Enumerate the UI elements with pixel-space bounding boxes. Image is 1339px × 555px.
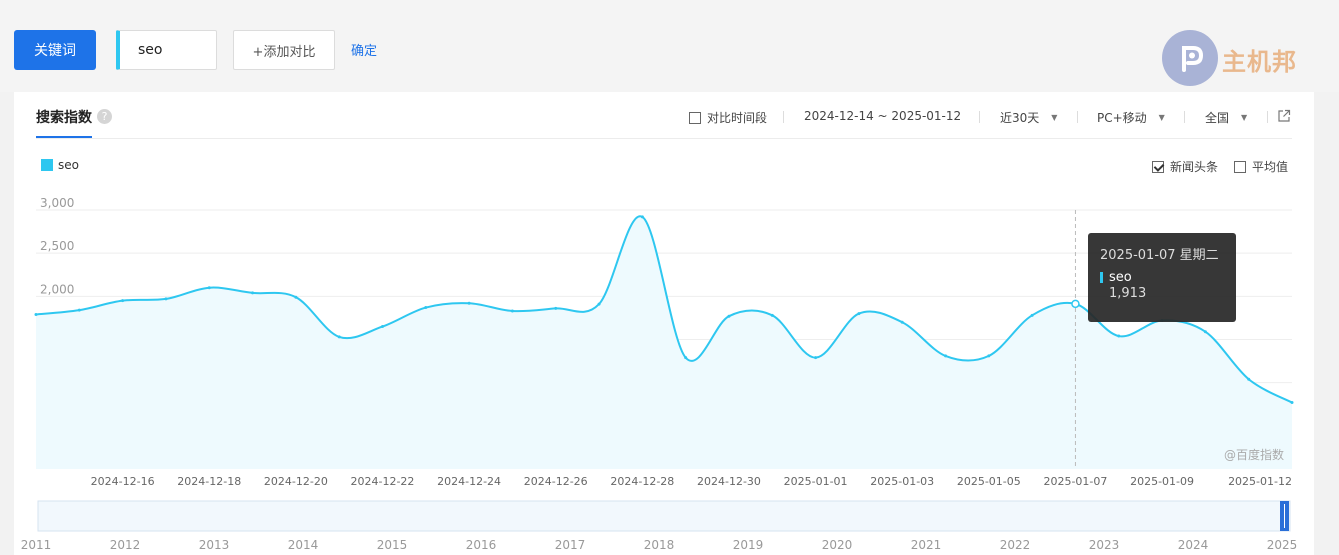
overview-year-label: 2025 — [1267, 538, 1298, 552]
tooltip-series: seo — [1100, 270, 1224, 285]
chart-tooltip: 2025-01-07 星期二 seo 1,913 — [1088, 233, 1236, 322]
tooltip-series-name: seo — [1109, 270, 1132, 285]
data-point — [510, 309, 514, 313]
overview-year-label: 2013 — [199, 538, 230, 552]
x-tick-label: 2024-12-28 — [610, 475, 674, 488]
x-tick-label: 2024-12-18 — [177, 475, 241, 488]
x-tick-label: 2025-01-01 — [784, 475, 848, 488]
overview-year-label: 2020 — [822, 538, 853, 552]
x-tick-label: 2024-12-24 — [437, 475, 501, 488]
overview-year-label: 2019 — [733, 538, 764, 552]
overview-year-label: 2014 — [288, 538, 319, 552]
y-tick-label: 3,000 — [40, 196, 74, 210]
data-point — [857, 312, 861, 316]
data-point — [814, 356, 818, 360]
tooltip-date: 2025-01-07 星期二 — [1100, 248, 1219, 263]
data-point — [121, 299, 125, 303]
x-tick-label: 2025-01-05 — [957, 475, 1021, 488]
overview-year-label: 2015 — [377, 538, 408, 552]
data-point-selected — [1071, 299, 1080, 309]
data-point — [251, 291, 255, 295]
x-tick-label: 2024-12-20 — [264, 475, 328, 488]
data-point — [424, 306, 428, 310]
data-point — [684, 356, 688, 360]
x-tick-label: 2024-12-30 — [697, 475, 761, 488]
overview-year-label: 2017 — [555, 538, 586, 552]
y-tick-label: 2,500 — [40, 239, 74, 253]
tooltip-value: 1,913 — [1109, 286, 1147, 301]
data-point — [77, 308, 81, 312]
overview-year-label: 2011 — [21, 538, 52, 552]
data-point — [1117, 334, 1121, 338]
overview-track — [37, 500, 1291, 532]
overview-year-label: 2016 — [466, 538, 497, 552]
data-point — [164, 297, 168, 301]
data-point — [1290, 401, 1294, 405]
data-point — [207, 286, 211, 290]
data-point — [597, 302, 601, 306]
data-point — [337, 335, 341, 339]
y-tick-label: 2,000 — [40, 282, 74, 296]
data-point — [554, 306, 558, 310]
x-tick-label: 2025-01-12 — [1228, 475, 1292, 488]
overview-year-label: 2021 — [911, 538, 942, 552]
watermark: @百度指数 — [1224, 448, 1285, 462]
x-tick-label: 2024-12-16 — [91, 475, 155, 488]
data-point — [1247, 377, 1251, 381]
x-tick-label: 2025-01-03 — [870, 475, 934, 488]
overview-year-label: 2012 — [110, 538, 141, 552]
x-tick-label: 2025-01-09 — [1130, 475, 1194, 488]
data-point — [467, 301, 471, 305]
data-point — [900, 320, 904, 324]
data-point — [1203, 330, 1207, 334]
data-point — [727, 314, 731, 318]
x-tick-label: 2024-12-26 — [524, 475, 588, 488]
data-point — [640, 215, 644, 219]
data-point — [34, 312, 38, 316]
overview-year-label: 2023 — [1089, 538, 1120, 552]
tooltip-series-marker — [1100, 272, 1103, 283]
x-tick-label: 2024-12-22 — [351, 475, 415, 488]
overview-year-label: 2022 — [1000, 538, 1031, 552]
data-point — [987, 354, 991, 358]
data-point — [380, 325, 384, 329]
x-tick-label: 2025-01-07 — [1043, 475, 1107, 488]
overview-year-label: 2018 — [644, 538, 675, 552]
data-point — [1030, 313, 1034, 317]
data-point — [770, 313, 774, 317]
data-point — [944, 354, 948, 358]
data-point — [294, 295, 298, 299]
overview-year-label: 2024 — [1178, 538, 1209, 552]
